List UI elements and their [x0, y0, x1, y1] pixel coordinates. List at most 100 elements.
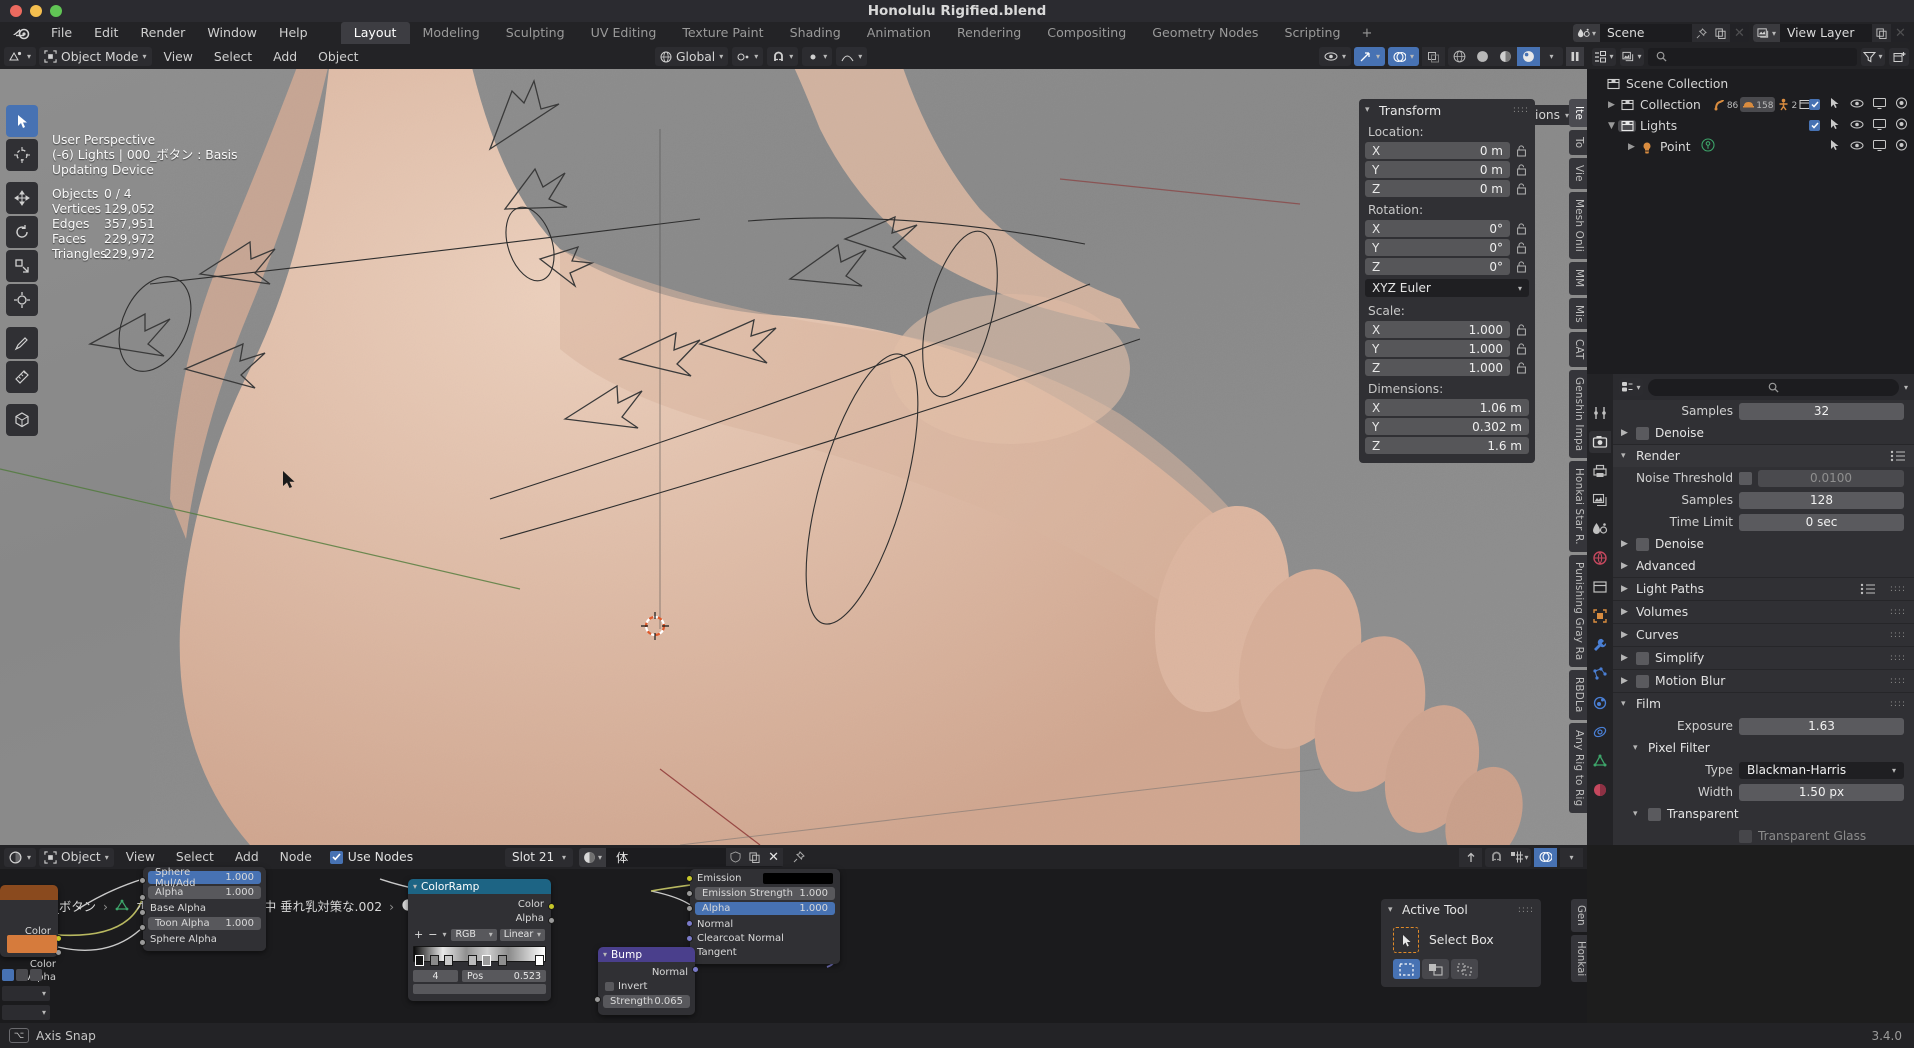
scale-y-field[interactable]: Y 1.000 — [1365, 340, 1510, 357]
shading-mode-group[interactable]: ▾ — [1448, 47, 1563, 66]
colorramp-gradient[interactable] — [413, 946, 546, 966]
selectable-icon[interactable] — [1829, 139, 1841, 154]
shader-sidebar-tab-gen[interactable]: Gen — [1571, 899, 1587, 932]
exposure-row[interactable]: Exposure 1.63 — [1613, 715, 1914, 737]
render-samples-row[interactable]: Samples 128 — [1613, 489, 1914, 511]
motion-blur-checkbox[interactable] — [1636, 674, 1649, 688]
lock-location-x-icon[interactable] — [1514, 143, 1529, 158]
chevron-right-icon[interactable]: ▶ — [1621, 584, 1630, 594]
chevron-right-icon[interactable]: ▶ — [1621, 653, 1630, 663]
node-row-sphere-alpha[interactable]: Sphere Alpha — [143, 932, 266, 946]
node-preview-toggle[interactable] — [16, 969, 28, 981]
socket-emission-strength-in[interactable] — [686, 890, 693, 897]
outliner-row-point-light[interactable]: ▶ Point — [1587, 136, 1914, 157]
snap-magnet-icon[interactable]: ▾ — [767, 47, 799, 66]
shader-sidebar-tab-honkai[interactable]: Honkai — [1571, 934, 1587, 982]
lock-scale-z-icon[interactable] — [1514, 360, 1529, 375]
rotation-mode-dropdown[interactable]: XYZ Euler ▾ — [1365, 279, 1529, 297]
node-row-emission[interactable]: Emission — [690, 871, 840, 885]
chevron-down-icon[interactable]: ▾ — [1621, 451, 1630, 461]
overlays-toggle-icon[interactable]: ▾ — [1387, 47, 1419, 66]
noise-threshold-row[interactable]: Noise Threshold 0.0100 — [1613, 467, 1914, 489]
node-mute-toggle[interactable] — [2, 969, 14, 981]
node-title[interactable] — [0, 885, 58, 900]
workspace-tab-rendering[interactable]: Rendering — [944, 22, 1034, 44]
viewport-samples-value[interactable]: 32 — [1739, 402, 1904, 420]
node-output-color[interactable]: Color — [408, 897, 551, 911]
workspace-tab-shading[interactable]: Shading — [777, 22, 854, 44]
socket-sphere-mul-add[interactable] — [139, 877, 146, 884]
location-y-field[interactable]: Y 0 m — [1365, 161, 1510, 178]
scale-x-row[interactable]: X 1.000 — [1359, 321, 1535, 338]
node-row-emission-strength[interactable]: Emission Strength 1.000 — [695, 887, 835, 900]
node-mmd-shader[interactable]: Sphere Mul/Add 1.000 Alpha 1.000 Base Al… — [143, 867, 266, 951]
node-row-invert[interactable]: Invert — [598, 979, 695, 993]
time-limit-row[interactable]: Time Limit 0 sec — [1613, 511, 1914, 533]
node-bump-header[interactable]: ▾ Bump — [598, 947, 695, 962]
scene-selector[interactable]: ▾ Scene ✕ — [1572, 24, 1749, 42]
colorramp-color-swatch[interactable] — [413, 984, 546, 994]
shield-icon[interactable] — [726, 848, 746, 866]
socket-alpha-in[interactable] — [139, 894, 146, 901]
chevron-right-icon[interactable]: ▶ — [1621, 676, 1630, 686]
tool-annotate[interactable] — [6, 327, 38, 359]
node-header-buttons[interactable] — [2, 968, 50, 982]
socket-colorramp-color-out[interactable] — [548, 903, 555, 910]
add-workspace-button[interactable]: + — [1354, 24, 1381, 43]
colorramp-stop[interactable] — [498, 955, 507, 966]
motion-blur-header[interactable]: ▶ Motion Blur :::: — [1613, 670, 1914, 692]
film-header[interactable]: ▾ Film :::: — [1613, 693, 1914, 715]
disable-viewport-icon[interactable] — [1873, 97, 1886, 112]
shader-node-canvas[interactable]: 000_ボタン › ホスト部中身あり 揺れ中 垂れ乳対策な.002 › 体 Co… — [0, 867, 1587, 1023]
gizmo-toggle-icon[interactable]: ▾ — [1353, 47, 1385, 66]
outliner-row-collection[interactable]: ▶ Collection 86 158 2 — [1587, 94, 1914, 115]
filter-icon[interactable]: ▾ — [1861, 47, 1885, 66]
material-id-block[interactable]: ▾ 体 ✕ — [579, 847, 784, 867]
properties-tab-tool[interactable] — [1589, 402, 1611, 424]
colorramp-color-mode[interactable]: RGB ▾ — [451, 928, 497, 941]
tool-transform[interactable] — [6, 284, 38, 316]
lock-location-z-icon[interactable] — [1514, 181, 1529, 196]
render-panel-header[interactable]: ▾ Render — [1613, 445, 1914, 467]
outliner-display-mode-icon[interactable]: ▾ — [1620, 47, 1644, 66]
chevron-down-icon[interactable]: ▾ — [1633, 743, 1642, 753]
wireframe-shading-icon[interactable] — [1448, 47, 1471, 66]
chevron-right-icon[interactable]: ▶ — [1621, 607, 1630, 617]
unlink-x-icon[interactable]: ✕ — [764, 848, 784, 866]
pixel-filter-width-row[interactable]: Width 1.50 px — [1613, 781, 1914, 803]
new-scene-icon[interactable] — [1710, 24, 1730, 42]
location-z-row[interactable]: Z 0 m — [1359, 180, 1535, 197]
material-name[interactable]: 体 — [606, 848, 726, 866]
properties-tab-output[interactable] — [1589, 460, 1611, 482]
node-options-toggle[interactable] — [30, 969, 42, 981]
interaction-mode-selector[interactable]: Object Mode ▾ — [39, 47, 152, 66]
disable-render-icon[interactable] — [1895, 97, 1908, 112]
shading-options-chevron-down-icon[interactable]: ▾ — [1540, 47, 1563, 66]
transparent-glass-checkbox[interactable] — [1739, 829, 1752, 843]
noise-threshold-checkbox[interactable] — [1739, 471, 1752, 485]
colorramp-remove-button[interactable]: − — [428, 928, 437, 941]
hide-icon[interactable] — [1850, 119, 1864, 133]
colorramp-add-button[interactable]: + — [414, 928, 423, 941]
close-window-button[interactable] — [10, 5, 22, 17]
sidebar-tab-any-rig-to-rig[interactable]: Any Rig to Rig — [1569, 723, 1587, 814]
window-controls[interactable] — [0, 5, 62, 17]
socket-toon-alpha-in[interactable] — [139, 924, 146, 931]
menu-render[interactable]: Render — [129, 22, 196, 44]
sidebar-tab-tool[interactable]: To — [1569, 130, 1587, 156]
node-colorramp[interactable]: ▾ ColorRamp Color Alpha + − ▾ RGB ▾ Line… — [408, 879, 551, 1001]
menu-window[interactable]: Window — [196, 22, 268, 44]
tool-cursor[interactable] — [6, 139, 38, 171]
properties-search-input[interactable] — [1648, 378, 1899, 396]
sidebar-tab-item[interactable]: Ite — [1569, 99, 1587, 128]
rotation-z-field[interactable]: Z 0° — [1365, 258, 1510, 275]
socket-normal-in[interactable] — [686, 920, 693, 927]
node-row-alpha[interactable]: Alpha 1.000 — [695, 902, 835, 915]
preset-menu-icon[interactable] — [1890, 450, 1906, 462]
disable-viewport-icon[interactable] — [1873, 118, 1886, 133]
disable-render-icon[interactable] — [1895, 118, 1908, 133]
properties-tab-world[interactable] — [1589, 547, 1611, 569]
socket-bump-normal-out[interactable] — [692, 966, 699, 973]
properties-tab-collection[interactable] — [1589, 576, 1611, 598]
remove-view-layer-icon[interactable]: ✕ — [1891, 24, 1910, 42]
